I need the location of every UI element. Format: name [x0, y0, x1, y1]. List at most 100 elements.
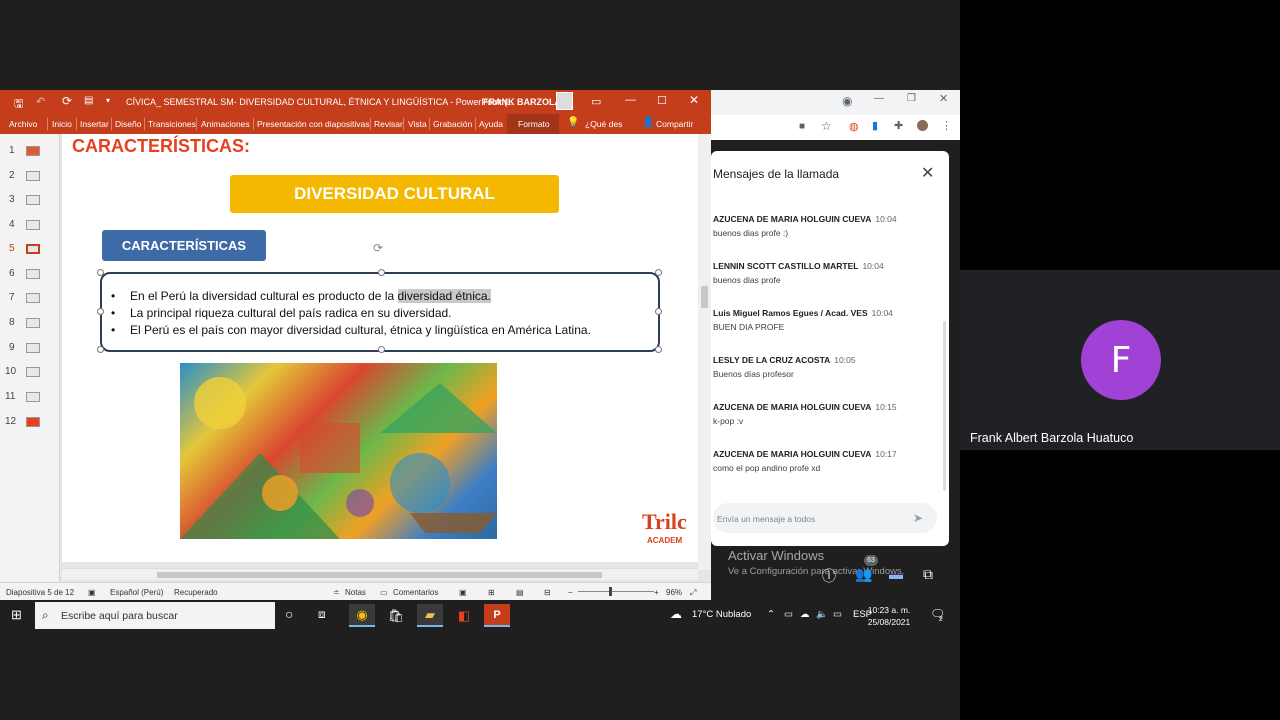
activities-icon[interactable]: ⧉	[923, 566, 933, 583]
store-app-icon[interactable]: 🛍	[383, 604, 409, 627]
bookmark-star-icon[interactable]: ☆	[821, 119, 832, 133]
chat-message-input[interactable]: Envía un mensaje a todos ➤	[713, 503, 937, 533]
battery-icon[interactable]: ▭	[784, 609, 793, 620]
slide-thumbnail[interactable]: 11	[0, 388, 60, 408]
resize-handle[interactable]	[97, 308, 104, 315]
tab-presentacion[interactable]: Presentación con diapositivas	[257, 119, 369, 129]
powerpoint-app-icon[interactable]: P	[484, 604, 510, 627]
slide-thumbnail-active[interactable]: 5	[0, 240, 60, 260]
fit-slide-icon[interactable]: ⤢	[690, 588, 696, 598]
close-icon[interactable]: ✕	[689, 93, 699, 107]
taskbar-clock[interactable]: 10:23 a. m. 25/08/2021	[866, 604, 912, 628]
horizontal-scrollbar[interactable]	[62, 568, 698, 580]
tab-insertar[interactable]: Insertar	[80, 119, 109, 129]
slide-thumbnail[interactable]: 4	[0, 216, 60, 236]
extension-icon[interactable]: ▮	[872, 119, 878, 132]
redo-icon[interactable]: ⟳	[62, 94, 72, 108]
tell-me-search[interactable]: ¿Qué des	[585, 119, 622, 129]
send-icon[interactable]: ➤	[913, 511, 923, 525]
extension-icon[interactable]: ◍	[849, 120, 859, 133]
volume-icon[interactable]: 🔈	[816, 609, 828, 620]
slide-thumbnail[interactable]: 12	[0, 413, 60, 433]
tab-vista[interactable]: Vista	[408, 119, 427, 129]
present-icon[interactable]: ▤	[84, 95, 93, 106]
slideshow-view-icon[interactable]: ⊟	[544, 588, 551, 597]
user-avatar[interactable]	[556, 92, 573, 110]
taskbar-search-input[interactable]: ⌕ Escribe aquí para buscar	[35, 602, 275, 629]
close-icon[interactable]: ✕	[921, 163, 934, 183]
bullet-textbox[interactable]: En el Perú la diversidad cultural es pro…	[97, 269, 662, 353]
slide-thumbnail[interactable]: 3	[0, 191, 60, 211]
resize-handle[interactable]	[655, 308, 662, 315]
chrome-app-icon[interactable]: ◉	[349, 604, 375, 627]
onedrive-icon[interactable]: ☁	[800, 609, 810, 620]
slide-canvas[interactable]: CARACTERÍSTICAS: DIVERSIDAD CULTURAL CAR…	[62, 134, 698, 562]
resize-handle[interactable]	[378, 346, 385, 353]
quick-access-chevron-icon[interactable]: ▾	[106, 96, 110, 105]
menu-dots-icon[interactable]: ⋮	[941, 119, 952, 132]
slide-thumbnail[interactable]: 7	[0, 289, 60, 309]
tab-ayuda[interactable]: Ayuda	[479, 119, 503, 129]
vertical-scrollbar[interactable]	[698, 134, 711, 570]
tab-inicio[interactable]: Inicio	[52, 119, 72, 129]
tray-chevron-icon[interactable]: ⌃	[767, 609, 775, 620]
tab-archivo[interactable]: Archivo	[9, 119, 37, 129]
share-button[interactable]: Compartir	[656, 119, 693, 129]
minimize-icon[interactable]: —	[874, 93, 884, 104]
cortana-icon[interactable]: ○	[285, 606, 293, 622]
tab-formato[interactable]: Formato	[518, 119, 550, 129]
resize-handle[interactable]	[97, 346, 104, 353]
ppt-user-name[interactable]: FRANK BARZOLA	[483, 97, 561, 107]
normal-view-icon[interactable]: ▣	[459, 588, 467, 597]
camera-icon[interactable]: ■	[799, 121, 805, 132]
record-icon[interactable]: ◉	[842, 94, 852, 108]
file-explorer-icon[interactable]: ▰	[417, 604, 443, 627]
windows-start-icon[interactable]: ⊞	[11, 607, 22, 623]
tab-animaciones[interactable]: Animaciones	[201, 119, 250, 129]
undo-icon[interactable]: ↶	[36, 95, 45, 108]
rotate-handle-icon[interactable]: ⟳	[373, 241, 383, 255]
tab-revisar[interactable]: Revisar	[374, 119, 403, 129]
spellcheck-icon[interactable]: ▣	[88, 588, 96, 597]
resize-handle[interactable]	[655, 269, 662, 276]
language-status[interactable]: Español (Perú)	[110, 588, 163, 597]
scroll-thumb[interactable]	[157, 572, 602, 578]
info-icon[interactable]: ⓘ	[822, 566, 836, 586]
zoom-slider[interactable]	[578, 591, 654, 592]
network-icon[interactable]: ▭	[833, 609, 842, 620]
slide-thumbnail[interactable]: 10	[0, 363, 60, 383]
resize-handle[interactable]	[378, 269, 385, 276]
chat-icon[interactable]: ▬	[889, 566, 903, 582]
save-icon[interactable]: 🖫	[14, 95, 23, 114]
puzzle-icon[interactable]: ✚	[894, 119, 903, 132]
zoom-out-icon[interactable]: −	[568, 588, 573, 597]
restore-icon[interactable]: ❐	[907, 93, 916, 104]
resize-handle[interactable]	[655, 346, 662, 353]
comments-button[interactable]: Comentarios	[393, 588, 438, 597]
chat-scrollbar[interactable]	[943, 321, 946, 491]
ribbon-display-icon[interactable]: ▭	[591, 95, 601, 108]
weather-status[interactable]: 17°C Nublado	[692, 609, 751, 620]
close-icon[interactable]: ✕	[939, 92, 948, 105]
resize-handle[interactable]	[97, 269, 104, 276]
maximize-icon[interactable]: ☐	[657, 94, 667, 107]
zoom-slider-thumb[interactable]	[609, 587, 612, 596]
slide-thumbnail[interactable]: 1	[0, 142, 60, 162]
people-icon[interactable]: 👥	[855, 566, 872, 583]
scroll-thumb[interactable]	[701, 286, 708, 308]
slide-thumbnail[interactable]: 9	[0, 339, 60, 359]
slide-thumbnail[interactable]: 6	[0, 265, 60, 285]
reading-view-icon[interactable]: ▤	[516, 588, 524, 597]
slide-thumbnail[interactable]: 8	[0, 314, 60, 334]
slide-banner[interactable]: DIVERSIDAD CULTURAL	[230, 175, 559, 213]
notes-button[interactable]: Notas	[345, 588, 366, 597]
task-view-icon[interactable]: ⧈	[318, 607, 326, 622]
zoom-level[interactable]: 96%	[666, 588, 682, 597]
profile-avatar[interactable]	[917, 120, 928, 131]
minimize-icon[interactable]: —	[625, 94, 636, 106]
slide-thumbnail[interactable]: 2	[0, 167, 60, 187]
sorter-view-icon[interactable]: ⊞	[488, 588, 495, 597]
tab-transiciones[interactable]: Transiciones	[148, 119, 196, 129]
tab-diseno[interactable]: Diseño	[115, 119, 141, 129]
office-app-icon[interactable]: ◧	[451, 604, 477, 627]
